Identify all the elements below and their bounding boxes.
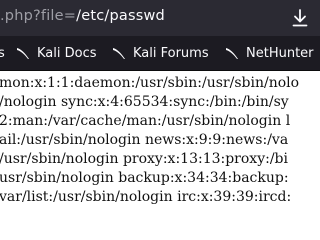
bookmark-label: s bbox=[0, 45, 5, 61]
bookmark-label: NetHunter bbox=[246, 45, 314, 61]
kali-dragon-icon bbox=[226, 48, 238, 59]
kali-dragon-icon bbox=[113, 48, 125, 59]
bookmark-kali-forums[interactable]: Kali Forums bbox=[112, 44, 209, 62]
address-bar[interactable]: .php?file=/etc/passwd bbox=[0, 0, 320, 36]
url-field[interactable]: .php?file=/etc/passwd bbox=[0, 8, 165, 24]
bookmark-item-partial[interactable]: s bbox=[0, 44, 5, 62]
url-path: /etc/passwd bbox=[76, 8, 165, 24]
passwd-line: mon:x:1:1:daemon:/usr/sbin:/usr/sbin/nol… bbox=[0, 75, 300, 91]
passwd-line: var/list:/usr/sbin/nologin irc:x:39:39:i… bbox=[0, 189, 292, 205]
download-icon[interactable] bbox=[290, 8, 310, 28]
bookmark-label: Kali Docs bbox=[37, 45, 97, 61]
url-prefix: .php?file= bbox=[0, 8, 77, 24]
passwd-line: /nologin sync:x:4:65534:sync:/bin:/bin/s… bbox=[0, 94, 289, 110]
bookmark-label: Kali Forums bbox=[133, 45, 209, 61]
kali-dragon-icon bbox=[17, 48, 29, 59]
bookmarks-toolbar: s Kali Docs Kali Forums NetHunter bbox=[0, 36, 320, 71]
passwd-line: 2:man:/var/cache/man:/usr/sbin/nologin l bbox=[0, 113, 291, 129]
bookmark-kali-docs[interactable]: Kali Docs bbox=[16, 44, 97, 62]
passwd-line: /usr/sbin/nologin proxy:x:13:13:proxy:/b… bbox=[0, 151, 288, 167]
page-content: mon:x:1:1:daemon:/usr/sbin:/usr/sbin/nol… bbox=[0, 71, 320, 214]
passwd-line: usr/sbin/nologin backup:x:34:34:backup: bbox=[0, 170, 289, 186]
passwd-line: ail:/usr/sbin/nologin news:x:9:9:news:/v… bbox=[0, 132, 289, 148]
bookmark-nethunter[interactable]: NetHunter bbox=[225, 44, 314, 62]
